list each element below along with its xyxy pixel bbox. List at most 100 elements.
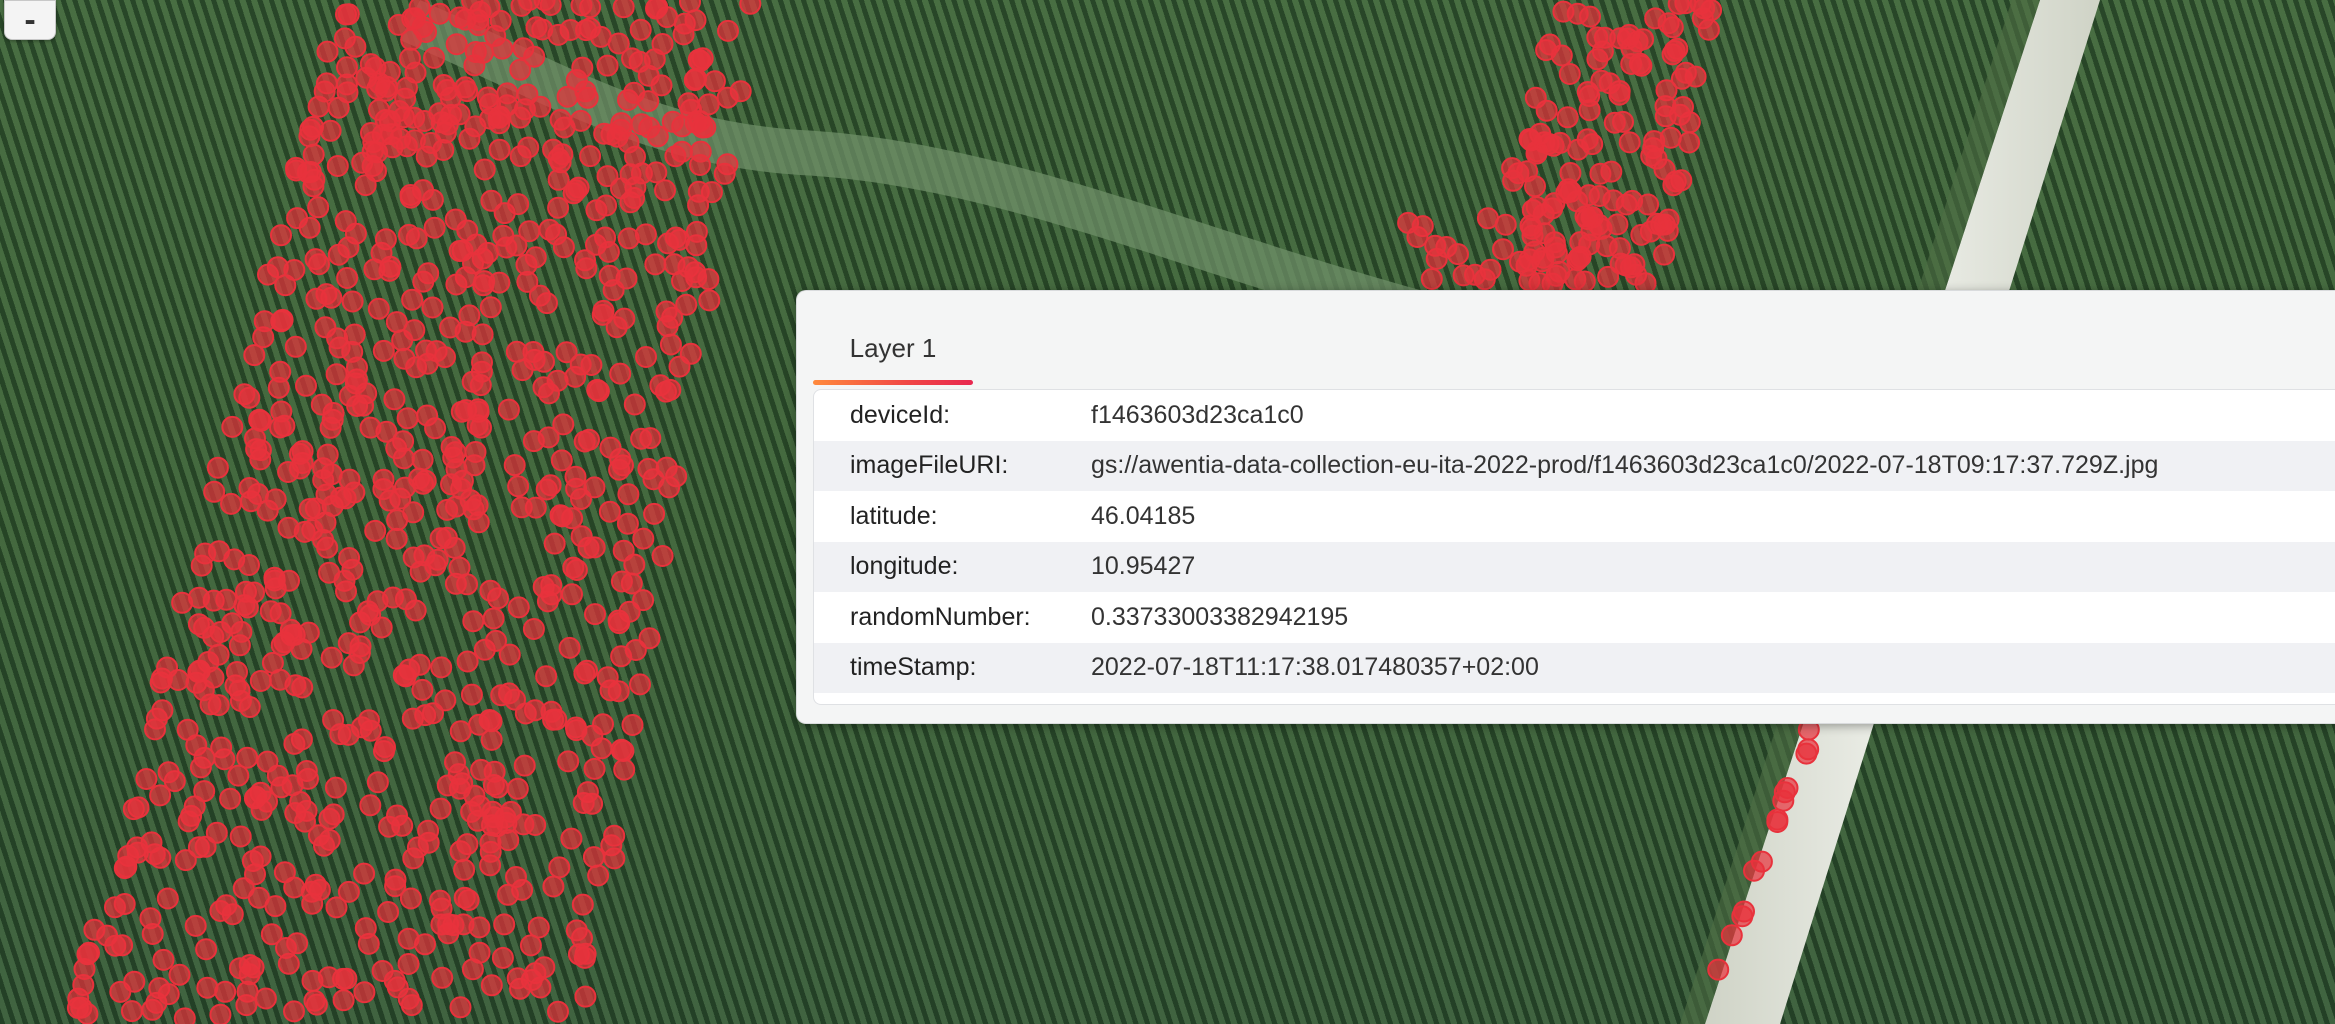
map-point[interactable] [597, 240, 620, 263]
map-point[interactable] [404, 599, 427, 622]
map-point[interactable] [270, 224, 292, 247]
map-point[interactable] [1720, 924, 1743, 947]
map-point[interactable] [227, 764, 250, 787]
map-point[interactable] [1731, 905, 1754, 928]
map-point[interactable] [1600, 160, 1623, 183]
map-point[interactable] [383, 388, 406, 411]
map-point[interactable] [1397, 211, 1420, 234]
map-point[interactable] [513, 754, 536, 777]
map-point[interactable] [523, 45, 546, 68]
map-point[interactable] [596, 165, 619, 188]
map-point[interactable] [336, 56, 358, 79]
map-point[interactable] [480, 974, 503, 997]
map-point[interactable] [377, 901, 400, 923]
map-point[interactable] [141, 923, 164, 945]
map-point[interactable] [482, 806, 505, 829]
map-point[interactable] [359, 416, 382, 439]
map-point[interactable] [372, 468, 395, 491]
map-point[interactable] [536, 292, 558, 315]
map-point[interactable] [402, 546, 425, 569]
map-point[interactable] [493, 202, 516, 225]
map-point[interactable] [524, 814, 547, 836]
map-point[interactable] [619, 191, 642, 214]
map-point[interactable] [332, 989, 355, 1012]
map-point[interactable] [1569, 231, 1592, 254]
map-point[interactable] [503, 454, 526, 477]
map-point[interactable] [655, 380, 677, 403]
map-point[interactable] [417, 831, 440, 854]
map-point[interactable] [1473, 268, 1496, 291]
map-point[interactable] [312, 528, 335, 551]
map-point[interactable] [493, 913, 516, 936]
map-point[interactable] [399, 184, 422, 206]
map-point[interactable] [226, 661, 248, 683]
map-point[interactable] [610, 112, 633, 135]
map-point[interactable] [386, 509, 409, 532]
map-point[interactable] [257, 263, 279, 286]
map-point[interactable] [249, 781, 272, 804]
map-point[interactable] [1766, 808, 1789, 831]
map-point[interactable] [510, 0, 533, 17]
map-point[interactable] [194, 542, 217, 565]
map-point[interactable] [609, 362, 632, 385]
map-point[interactable] [623, 81, 646, 104]
map-point[interactable] [629, 18, 652, 41]
map-point[interactable] [511, 359, 534, 382]
map-point[interactable] [630, 113, 653, 136]
map-point[interactable] [524, 699, 546, 722]
map-point[interactable] [284, 335, 307, 358]
map-point[interactable] [307, 196, 330, 219]
map-point[interactable] [1608, 237, 1631, 260]
map-point[interactable] [610, 645, 633, 668]
map-point[interactable] [269, 668, 291, 691]
map-point[interactable] [220, 492, 242, 515]
map-point[interactable] [532, 376, 555, 399]
map-point[interactable] [359, 794, 382, 817]
map-point[interactable] [353, 862, 376, 885]
map-point[interactable] [149, 784, 172, 807]
map-point[interactable] [592, 713, 614, 736]
map-point[interactable] [215, 588, 238, 611]
map-point[interactable] [414, 469, 437, 492]
map-point[interactable] [1628, 52, 1651, 75]
map-point[interactable] [219, 787, 242, 810]
map-point[interactable] [1556, 106, 1579, 129]
map-point[interactable] [462, 610, 485, 633]
map-point[interactable] [659, 333, 682, 356]
map-point[interactable] [456, 833, 479, 856]
map-point[interactable] [454, 76, 477, 99]
map-point[interactable] [185, 671, 208, 694]
map-point[interactable] [320, 646, 343, 669]
map-point[interactable] [527, 916, 550, 939]
map-point[interactable] [688, 110, 711, 132]
map-point[interactable] [565, 719, 588, 742]
map-point[interactable] [644, 253, 667, 276]
map-point[interactable] [533, 956, 556, 979]
map-point[interactable] [399, 47, 421, 70]
map-point[interactable] [1642, 137, 1665, 160]
map-point[interactable] [273, 414, 296, 437]
map-point[interactable] [315, 283, 338, 306]
map-point[interactable] [1657, 12, 1680, 35]
map-point[interactable] [547, 196, 570, 219]
map-point[interactable] [270, 310, 293, 333]
map-point[interactable] [664, 226, 687, 249]
map-point[interactable] [283, 732, 306, 755]
map-point[interactable] [448, 6, 471, 29]
map-point[interactable] [408, 653, 431, 676]
map-point[interactable] [156, 887, 179, 910]
map-point[interactable] [144, 718, 166, 741]
map-point[interactable] [214, 980, 237, 1003]
map-point[interactable] [623, 393, 646, 416]
map-point[interactable] [553, 116, 576, 139]
map-point[interactable] [464, 41, 487, 63]
map-point[interactable] [184, 914, 207, 937]
map-point[interactable] [366, 771, 389, 794]
map-point[interactable] [296, 161, 319, 184]
map-point[interactable] [1684, 65, 1707, 88]
map-point[interactable] [1518, 128, 1541, 150]
map-point[interactable] [353, 981, 376, 1004]
map-point[interactable] [444, 751, 466, 774]
map-point[interactable] [1552, 0, 1575, 23]
map-point[interactable] [497, 398, 520, 421]
